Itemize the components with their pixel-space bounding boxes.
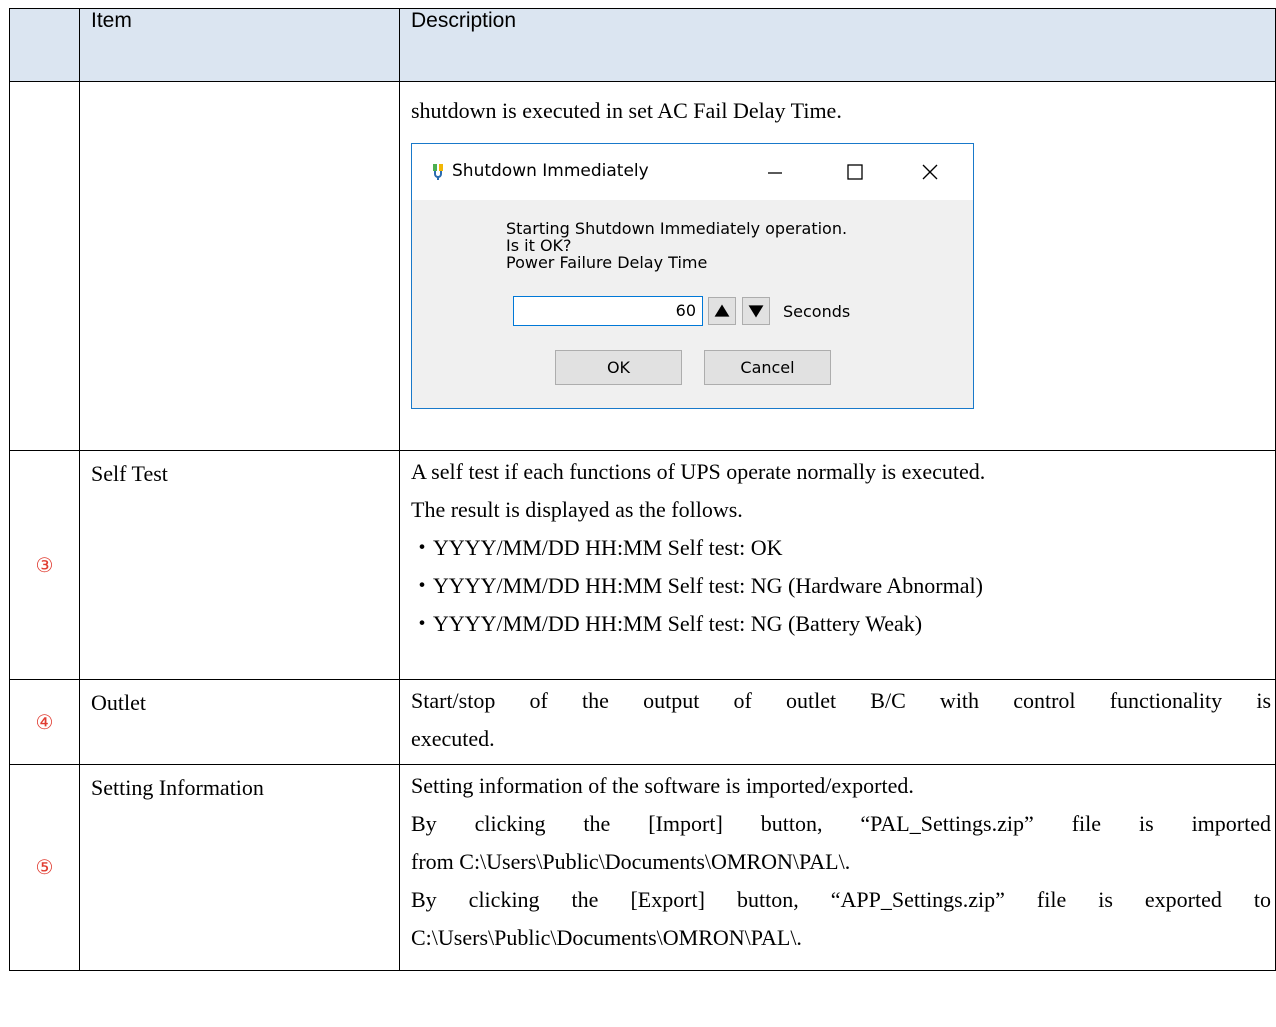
table-row: shutdown is executed in set AC Fail Dela… xyxy=(9,81,1276,451)
message-line: Is it OK? xyxy=(506,236,572,255)
row-number: ④ xyxy=(9,679,80,765)
spin-up-icon[interactable] xyxy=(708,297,736,325)
description-line: A self test if each functions of UPS ope… xyxy=(411,459,986,484)
description-line: executed. xyxy=(411,726,495,751)
minimize-icon[interactable] xyxy=(755,154,795,190)
row-number xyxy=(9,81,80,451)
description-line: The result is displayed as the follows. xyxy=(411,497,743,522)
row-number: ⑤ xyxy=(9,764,80,971)
close-icon[interactable] xyxy=(910,154,950,190)
header-item: Item xyxy=(79,8,400,82)
ok-button[interactable]: OK xyxy=(555,350,682,385)
spin-down-icon[interactable] xyxy=(742,297,770,325)
row-item: Outlet xyxy=(79,679,400,765)
row-item xyxy=(79,81,400,451)
row-description: shutdown is executed in set AC Fail Dela… xyxy=(399,81,1276,451)
header-number-cell xyxy=(9,8,80,82)
row-number: ③ xyxy=(9,450,80,680)
maximize-icon[interactable] xyxy=(834,154,874,190)
row-description: Start/stop of the output of outlet B/C w… xyxy=(399,679,1276,765)
message-line: Power Failure Delay Time xyxy=(506,253,708,272)
plug-icon xyxy=(433,164,443,180)
description-line: from C:\Users\Public\Documents\OMRON\PAL… xyxy=(411,849,851,874)
table-row: ④ Outlet Start/stop of the output of out… xyxy=(9,679,1276,765)
description-line: Setting information of the software is i… xyxy=(411,773,914,798)
description-line: Start/stop of the output of outlet B/C w… xyxy=(411,688,1271,713)
description-line: C:\Users\Public\Documents\OMRON\PAL\. xyxy=(411,925,802,950)
message-line: Starting Shutdown Immediately operation. xyxy=(506,219,848,238)
row-item: Setting Information xyxy=(79,764,400,971)
dialog-title: Shutdown Immediately xyxy=(452,161,649,181)
shutdown-dialog: Shutdown Immediately Starting Shutdown I… xyxy=(411,143,974,409)
dialog-message: Starting Shutdown Immediately operation.… xyxy=(506,220,847,271)
table-row: ⑤ Setting Information Setting informatio… xyxy=(9,764,1276,971)
description-line: ・YYYY/MM/DD HH:MM Self test: OK xyxy=(411,535,783,560)
table-header-row: Item Description xyxy=(9,8,1276,82)
seconds-label: Seconds xyxy=(783,302,851,321)
description-line: By clicking the [Export] button, “APP_Se… xyxy=(411,887,1271,912)
document-page: Item Description shutdown is executed in… xyxy=(0,0,1276,1027)
description-table: Item Description shutdown is executed in… xyxy=(9,8,1276,971)
table-row: ③ Self Test A self test if each function… xyxy=(9,450,1276,680)
dialog-titlebar: Shutdown Immediately xyxy=(412,144,973,200)
row-item: Self Test xyxy=(79,450,400,680)
delay-time-input[interactable]: 60 xyxy=(513,296,703,326)
description-line: By clicking the [Import] button, “PAL_Se… xyxy=(411,811,1271,836)
description-line: shutdown is executed in set AC Fail Dela… xyxy=(411,98,842,123)
row-description: A self test if each functions of UPS ope… xyxy=(399,450,1276,680)
row-description: Setting information of the software is i… xyxy=(399,764,1276,971)
cancel-button[interactable]: Cancel xyxy=(704,350,831,385)
description-line: ・YYYY/MM/DD HH:MM Self test: NG (Battery… xyxy=(411,611,923,636)
header-description: Description xyxy=(399,8,1276,82)
description-line: ・YYYY/MM/DD HH:MM Self test: NG (Hardwar… xyxy=(411,573,983,598)
